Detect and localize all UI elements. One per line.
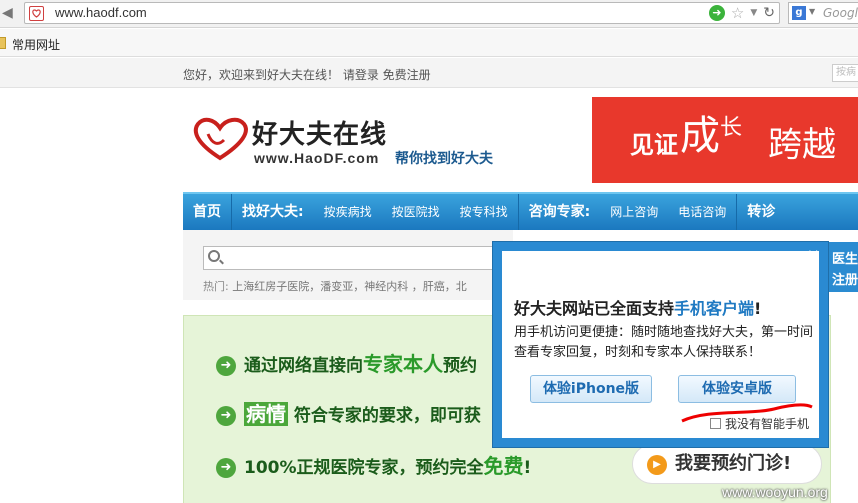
nav-online-consult[interactable]: 网上咨询 xyxy=(600,194,668,230)
no-smartphone-option[interactable]: 我没有智能手机 xyxy=(710,415,809,432)
nav-home[interactable]: 首页 xyxy=(183,194,231,230)
site-search-input[interactable] xyxy=(203,246,503,270)
bookmark-folder-label[interactable]: 常用网址 xyxy=(12,36,60,53)
popup-title: 好大夫网站已全面支持手机客户端! xyxy=(514,299,762,318)
ad-banner[interactable]: 见证 成长 跨越 xyxy=(592,97,858,183)
doctor-label: 医生 xyxy=(832,252,858,267)
doctor-register-tab[interactable]: 医生 注册 xyxy=(828,242,858,292)
hot-links[interactable]: 上海红房子医院，潘变亚，神经内科 ，肝癌，北 xyxy=(232,280,467,293)
site-topbar: 您好，欢迎来到好大夫在线！ 请登录 免费注册 按病 xyxy=(0,58,858,88)
url-text[interactable]: www.haodf.com xyxy=(55,5,147,21)
promo-row-2: ➜ 病情 符合专家的要求，即可获 xyxy=(216,398,481,427)
banner-text-a: 见证 xyxy=(630,130,678,159)
play-icon: ▶ xyxy=(647,455,667,475)
browser-search-placeholder: Google xyxy=(823,6,858,20)
address-bar[interactable]: www.haodf.com ➜ ☆ ▼ ↻ xyxy=(24,2,780,24)
browser-search-box[interactable]: g ▼ Google xyxy=(788,2,858,24)
topbar-search-input[interactable]: 按病 xyxy=(832,64,858,82)
logo-url: www.HaoDF.com xyxy=(254,150,380,166)
reload-icon[interactable]: ↻ xyxy=(763,5,775,21)
arrow-right-icon: ➜ xyxy=(216,406,236,426)
mobile-app-popup: × 好大夫网站已全面支持手机客户端! 用手机访问更便捷：随时随地查找好大夫，第一… xyxy=(492,241,829,448)
search-icon xyxy=(208,250,220,262)
no-smartphone-checkbox[interactable] xyxy=(710,418,721,429)
bookmarks-bar: 常用网址 xyxy=(0,29,858,57)
banner-text-c: 跨越 xyxy=(768,125,836,165)
nav-phone-consult[interactable]: 电话咨询 xyxy=(668,194,736,230)
heart-logo-icon xyxy=(193,117,248,161)
popup-description: 用手机访问更便捷：随时随地查找好大夫，第一时间查看专家回复，时刻和专家本人保持联… xyxy=(514,325,814,360)
browser-toolbar: ◀ www.haodf.com ➜ ☆ ▼ ↻ g ▼ Google xyxy=(0,0,858,28)
hot-searches: 热门: 上海红房子医院，潘变亚，神经内科 ，肝癌，北 xyxy=(203,278,467,294)
site-logo[interactable]: 好大夫在线 www.HaoDF.com 帮你找到好大夫 xyxy=(190,112,530,172)
nav-find-doctor[interactable]: 找好大夫: xyxy=(232,194,314,230)
register-label: 注册 xyxy=(832,273,858,288)
search-area: 热门: 上海红房子医院，潘变亚，神经内科 ，肝癌，北 xyxy=(183,230,513,300)
arrow-right-icon: ➜ xyxy=(216,356,236,376)
arrow-right-icon: ➜ xyxy=(216,458,236,478)
nav-by-disease[interactable]: 按疾病找 xyxy=(314,194,382,230)
logo-slogan: 帮你找到好大夫 xyxy=(395,151,493,167)
banner-text-b: 成长 xyxy=(680,113,743,159)
popup-body: 好大夫网站已全面支持手机客户端! 用手机访问更便捷：随时随地查找好大夫，第一时间… xyxy=(502,251,819,438)
promo-row-1: ➜ 通过网络直接向专家本人预约 xyxy=(216,348,477,377)
welcome-text[interactable]: 您好，欢迎来到好大夫在线！ 请登录 免费注册 xyxy=(183,66,431,83)
google-icon[interactable]: g xyxy=(792,6,806,20)
hot-label: 热门: xyxy=(203,280,229,293)
folder-icon xyxy=(0,37,6,49)
nav-consult-expert[interactable]: 咨询专家: xyxy=(519,194,601,230)
chevron-down-icon[interactable]: ▼ xyxy=(750,5,757,21)
book-appointment-button[interactable]: ▶ 我要预约门诊! xyxy=(632,444,822,484)
promo-row-3: ➜ 100%正规医院专家，预约完全免费! xyxy=(216,450,531,479)
watermark: www.wooyun.org xyxy=(722,484,828,500)
nav-by-specialty[interactable]: 按专科找 xyxy=(450,194,518,230)
site-favicon-icon xyxy=(29,6,44,21)
main-nav: 首页 找好大夫: 按疾病找 按医院找 按专科找 咨询专家: 网上咨询 电话咨询 … xyxy=(183,192,858,230)
back-icon[interactable]: ◀ xyxy=(2,4,18,22)
bookmark-star-icon[interactable]: ☆ xyxy=(731,5,744,21)
go-arrow-icon[interactable]: ➜ xyxy=(708,5,725,21)
nav-referral[interactable]: 转诊 xyxy=(737,194,785,230)
logo-chinese-name: 好大夫在线 xyxy=(252,120,388,150)
try-iphone-button[interactable]: 体验iPhone版 xyxy=(530,375,652,403)
nav-by-hospital[interactable]: 按医院找 xyxy=(382,194,450,230)
chevron-down-icon[interactable]: ▼ xyxy=(809,7,815,16)
